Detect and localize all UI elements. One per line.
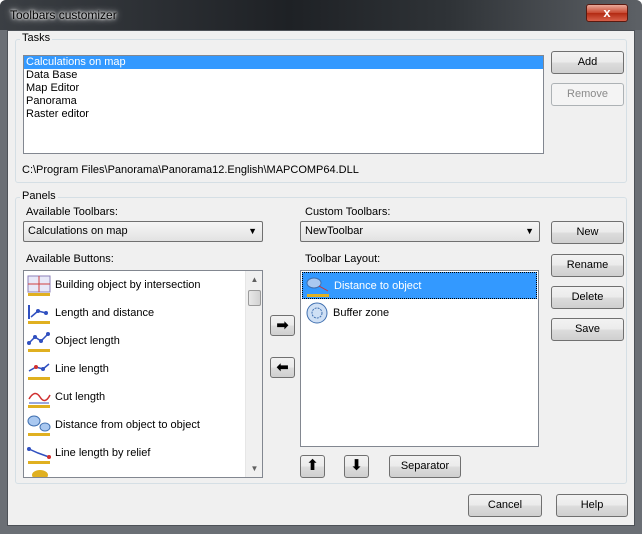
move-down-button[interactable]: ⬇ xyxy=(344,455,369,478)
scroll-thumb[interactable] xyxy=(248,290,261,306)
length-distance-icon xyxy=(28,305,50,324)
remove-from-layout-button[interactable]: ⬅ xyxy=(270,357,295,378)
panels-group-label: Panels xyxy=(20,190,58,202)
tasks-group-label: Tasks xyxy=(20,32,53,44)
available-buttons-label: Available Buttons: xyxy=(26,253,114,265)
available-toolbars-value: Calculations on map xyxy=(28,225,128,237)
custom-toolbars-label: Custom Toolbars: xyxy=(305,206,391,218)
buffer-zone-icon xyxy=(306,302,328,324)
object-length-icon xyxy=(27,332,50,352)
arrow-right-icon: ➡ xyxy=(276,317,289,334)
task-dll-path: C:\Program Files\Panorama\Panorama12.Eng… xyxy=(22,164,359,176)
arrow-left-icon: ⬅ xyxy=(276,359,289,376)
tasks-list-item[interactable]: Raster editor xyxy=(24,108,543,121)
list-item-label: Distance from object to object xyxy=(55,419,200,431)
dialog-client: Tasks Calculations on map Data Base Map … xyxy=(7,30,635,526)
cut-length-icon xyxy=(28,392,51,408)
tasks-list-item[interactable]: Calculations on map xyxy=(24,56,543,69)
partial-item-icon xyxy=(32,470,48,477)
move-up-button[interactable]: ⬆ xyxy=(300,455,325,478)
chevron-down-icon: ▼ xyxy=(525,226,534,236)
separator-button[interactable]: Separator xyxy=(389,455,461,478)
line-length-icon xyxy=(28,363,50,380)
list-item[interactable]: Buffer zone xyxy=(302,300,537,327)
list-item[interactable]: Object length xyxy=(24,327,262,355)
scroll-up-icon[interactable]: ▲ xyxy=(246,271,262,288)
list-item-label: Buffer zone xyxy=(333,307,390,319)
list-item[interactable]: Building object by intersection xyxy=(24,271,262,299)
list-item[interactable]: Length and distance xyxy=(24,299,262,327)
dialog-window: Toolbars customizer x Tasks Calculations… xyxy=(0,0,642,534)
scroll-down-icon[interactable]: ▼ xyxy=(246,460,262,477)
available-toolbars-select[interactable]: Calculations on map ▼ xyxy=(23,221,263,242)
tasks-list-item[interactable]: Data Base xyxy=(24,69,543,82)
delete-toolbar-button[interactable]: Delete xyxy=(551,286,624,309)
list-item-label: Object length xyxy=(55,335,120,347)
list-item-label: Distance to object xyxy=(334,280,422,292)
list-item[interactable]: Distance to object xyxy=(302,272,537,299)
add-button[interactable]: Add xyxy=(551,51,624,74)
list-item-label: Building object by intersection xyxy=(55,279,201,291)
available-buttons-list[interactable]: Building object by intersection Length a… xyxy=(23,270,263,478)
relief-length-icon xyxy=(27,447,51,464)
title-bar[interactable]: Toolbars customizer x xyxy=(0,0,642,30)
available-buttons-scrollbar[interactable]: ▲ ▼ xyxy=(245,271,262,477)
new-toolbar-button[interactable]: New xyxy=(551,221,624,244)
arrow-up-icon: ⬆ xyxy=(306,457,319,474)
distance-objects-icon xyxy=(27,415,51,436)
list-item[interactable]: Line length by relief xyxy=(24,439,262,467)
chevron-down-icon: ▼ xyxy=(248,226,257,236)
distance-to-object-icon xyxy=(306,277,329,297)
list-item[interactable]: Distance from object to object xyxy=(24,411,262,439)
toolbar-layout-label: Toolbar Layout: xyxy=(305,253,381,265)
arrow-down-icon: ⬇ xyxy=(350,457,363,474)
close-icon: x xyxy=(603,5,611,20)
list-item[interactable]: Line length xyxy=(24,355,262,383)
list-item[interactable]: Cut length xyxy=(24,383,262,411)
list-item-label: Cut length xyxy=(55,391,106,403)
tasks-list-item[interactable]: Panorama xyxy=(24,95,543,108)
list-item-label: Length and distance xyxy=(55,307,155,319)
save-toolbar-button[interactable]: Save xyxy=(551,318,624,341)
window-title: Toolbars customizer xyxy=(10,8,117,22)
intersection-icon xyxy=(27,275,51,296)
toolbar-layout-list[interactable]: Distance to object Buffer zone xyxy=(300,270,539,447)
list-item-label: Line length by relief xyxy=(55,447,151,459)
tasks-list-item[interactable]: Map Editor xyxy=(24,82,543,95)
rename-toolbar-button[interactable]: Rename xyxy=(551,254,624,277)
tasks-list[interactable]: Calculations on map Data Base Map Editor… xyxy=(23,55,544,154)
list-item-label: Line length xyxy=(55,363,109,375)
list-item[interactable] xyxy=(24,467,262,477)
custom-toolbars-select[interactable]: NewToolbar ▼ xyxy=(300,221,540,242)
add-to-layout-button[interactable]: ➡ xyxy=(270,315,295,336)
custom-toolbars-value: NewToolbar xyxy=(305,225,364,237)
remove-button[interactable]: Remove xyxy=(551,83,624,106)
close-button[interactable]: x xyxy=(586,4,628,22)
help-button[interactable]: Help xyxy=(556,494,628,517)
available-toolbars-label: Available Toolbars: xyxy=(26,206,118,218)
cancel-button[interactable]: Cancel xyxy=(468,494,542,517)
